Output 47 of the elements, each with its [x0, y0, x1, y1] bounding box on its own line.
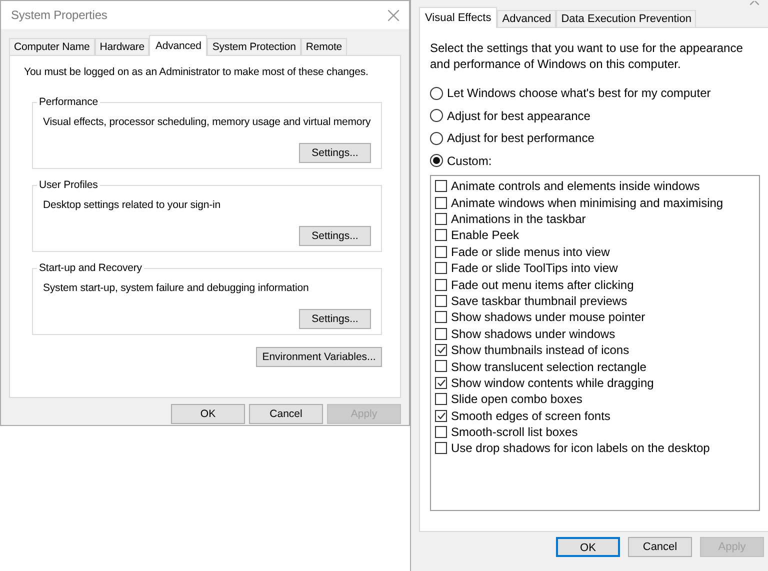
effect-checkbox[interactable]: Show translucent selection rectangle: [435, 358, 755, 375]
settings-button[interactable]: Settings...: [299, 142, 371, 162]
radio-option[interactable]: Custom:: [430, 152, 768, 169]
notice-text: You must be logged on as an Administrator to make most of these changes.: [24, 65, 370, 80]
tab[interactable]: Remote: [300, 38, 348, 55]
effect-checkbox[interactable]: Slide open combo boxes: [435, 391, 755, 408]
effect-checkbox[interactable]: Fade or slide ToolTips into view: [435, 260, 755, 276]
radio-option[interactable]: Let Windows choose what's best for my computer: [430, 85, 768, 102]
dialog-button[interactable]: OK: [556, 537, 620, 557]
tab[interactable]: Advanced: [497, 10, 556, 27]
checkmark-icon: [436, 346, 446, 354]
effect-checkbox[interactable]: Animate windows when minimising and maximising: [435, 194, 755, 211]
radio-option[interactable]: Adjust for best performance: [430, 130, 768, 146]
tab[interactable]: Computer Name: [9, 38, 95, 55]
tab[interactable]: Data Execution Prevention: [556, 10, 696, 27]
group-description: Visual effects, processor scheduling, memory usage and virtual memory: [43, 114, 371, 130]
effect-checkbox[interactable]: Show window contents while dragging: [435, 374, 755, 392]
effect-checkbox[interactable]: Smooth-scroll list boxes: [435, 424, 755, 440]
dialog-button[interactable]: OK: [171, 404, 245, 424]
group-description: Desktop settings related to your sign-in: [43, 198, 222, 213]
window-title: System Properties: [11, 7, 108, 24]
effect-checkbox[interactable]: Show shadows under windows: [435, 326, 755, 342]
effect-checkbox[interactable]: Smooth edges of screen fonts: [435, 407, 755, 424]
effect-checkbox[interactable]: Animate controls and elements inside windows: [435, 178, 755, 194]
tab[interactable]: Hardware: [94, 38, 150, 55]
effect-checkbox[interactable]: Animations in the taskbar: [435, 210, 755, 228]
effect-checkbox[interactable]: Show thumbnails instead of icons: [435, 342, 755, 358]
settings-button[interactable]: Settings...: [299, 226, 371, 246]
environment-variables-button[interactable]: Environment Variables...: [256, 346, 382, 367]
tab[interactable]: Advanced: [149, 35, 208, 56]
effect-checkbox[interactable]: Enable Peek: [435, 227, 755, 244]
description-text: Select the settings that you want to use for the appearance and performance of Windows on this computer.: [430, 40, 744, 72]
checkmark-icon: [436, 378, 446, 387]
effect-checkbox[interactable]: Save taskbar thumbnail previews: [435, 292, 755, 310]
checkmark-icon: [436, 412, 446, 420]
dialog-button[interactable]: Cancel: [249, 404, 323, 424]
radio-option[interactable]: Adjust for best appearance: [430, 108, 768, 124]
dialog-button[interactable]: Cancel: [628, 537, 692, 557]
group-title: Start-up and Recovery: [37, 260, 144, 276]
group-description: System start-up, system failure and debugging information: [43, 280, 310, 296]
effect-checkbox[interactable]: Use drop shadows for icon labels on the desktop: [435, 440, 755, 457]
tab[interactable]: Visual Effects: [419, 7, 498, 28]
effect-checkbox[interactable]: Fade out menu items after clicking: [435, 276, 755, 293]
effect-checkbox[interactable]: Fade or slide menus into view: [435, 244, 755, 260]
settings-button[interactable]: Settings...: [299, 308, 371, 328]
effect-checkbox[interactable]: Show shadows under mouse pointer: [435, 309, 755, 326]
tab[interactable]: System Protection: [207, 38, 301, 55]
